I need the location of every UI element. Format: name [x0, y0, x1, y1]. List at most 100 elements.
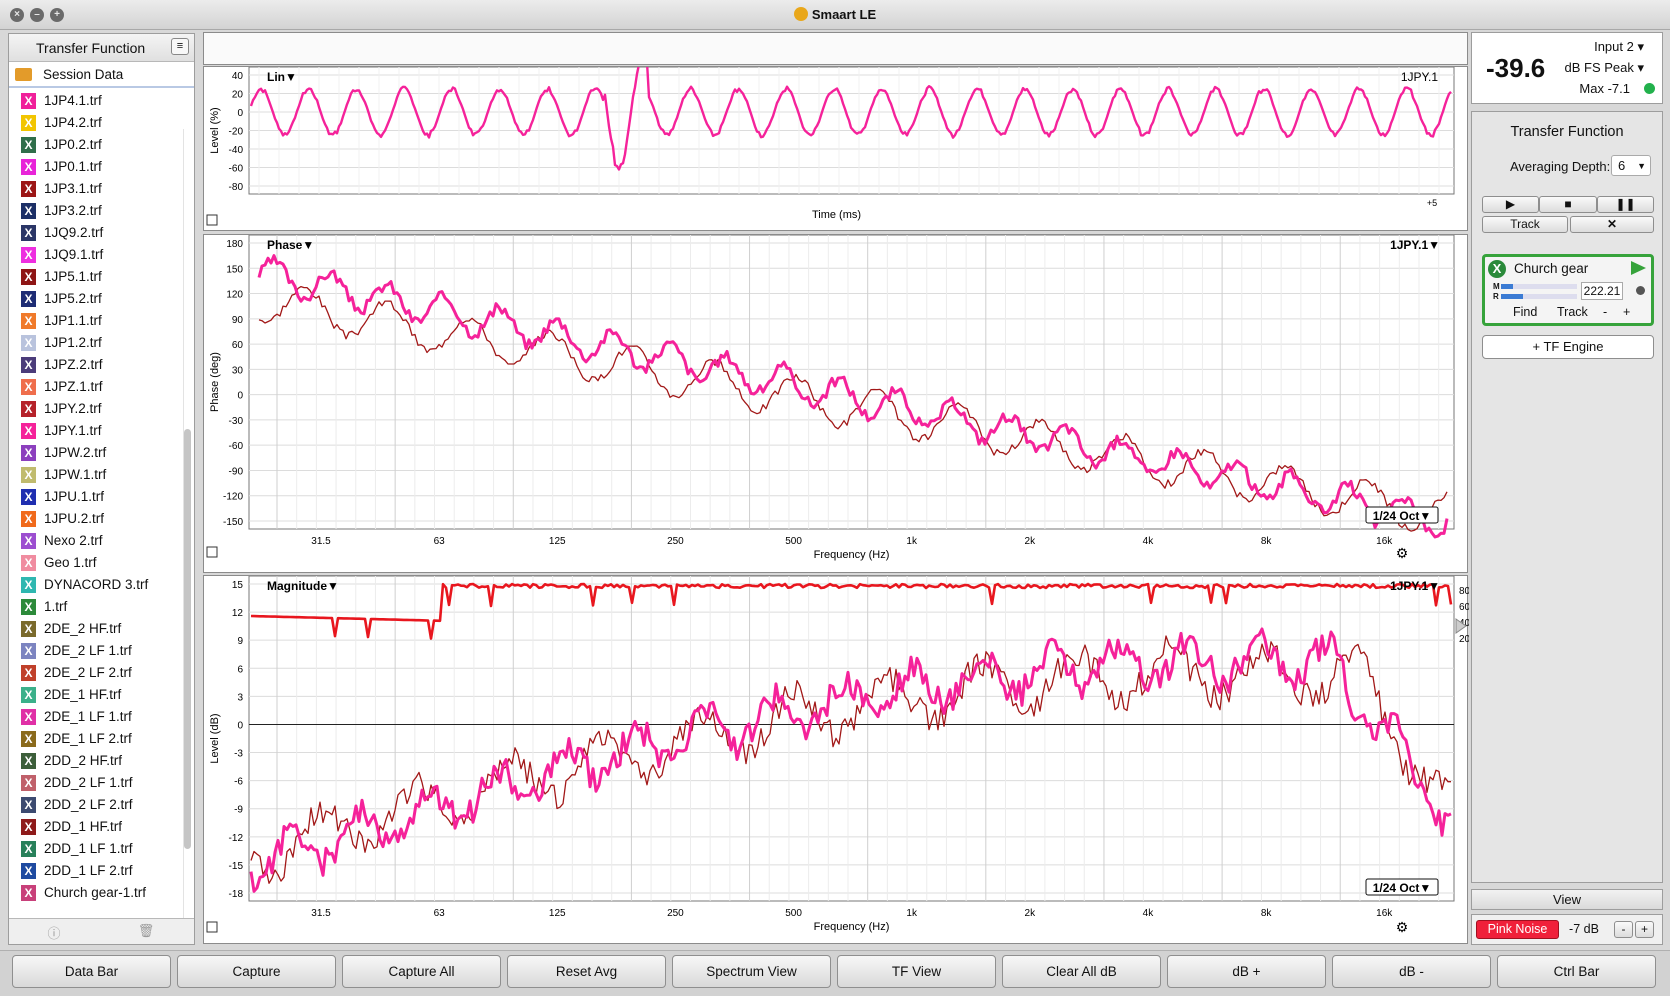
file-item[interactable]: X 1JP3.2.trf	[9, 200, 182, 222]
file-item[interactable]: X 2DE_2 LF 1.trf	[9, 640, 182, 662]
file-item[interactable]: X 2DE_2 HF.trf	[9, 618, 182, 640]
find-button[interactable]: Find	[1513, 305, 1537, 319]
scrollbar-thumb[interactable]	[184, 429, 191, 849]
trace-file-icon[interactable]: X	[21, 93, 36, 109]
clear-all-db-button[interactable]: Clear All dB	[1002, 955, 1161, 988]
file-item[interactable]: X 1JP4.1.trf	[9, 90, 182, 112]
add-tf-engine-button[interactable]: + TF Engine	[1482, 335, 1654, 359]
file-item[interactable]: X 2DD_2 HF.trf	[9, 750, 182, 772]
hamburger-menu-icon[interactable]: ≡	[171, 38, 189, 55]
delay-plus-button[interactable]: +	[1623, 305, 1630, 319]
trace-file-icon[interactable]: X	[21, 885, 36, 901]
trace-file-icon[interactable]: X	[21, 115, 36, 131]
file-item[interactable]: X 2DD_1 HF.trf	[9, 816, 182, 838]
file-item[interactable]: X 1JP0.2.trf	[9, 134, 182, 156]
file-item[interactable]: X Nexo 2.trf	[9, 530, 182, 552]
tools-button[interactable]: ✕	[1570, 216, 1654, 233]
trace-file-icon[interactable]: X	[21, 643, 36, 659]
trace-file-icon[interactable]: X	[21, 467, 36, 483]
trace-file-icon[interactable]: X	[21, 687, 36, 703]
tf-view-button[interactable]: TF View	[837, 955, 996, 988]
trace-file-icon[interactable]: X	[21, 203, 36, 219]
trace-file-icon[interactable]: X	[21, 819, 36, 835]
stop-button[interactable]: ■	[1539, 196, 1597, 213]
spectrum-view-button[interactable]: Spectrum View	[672, 955, 831, 988]
pause-button[interactable]: ❚❚	[1597, 196, 1654, 213]
trace-file-icon[interactable]: X	[21, 709, 36, 725]
trace-file-icon[interactable]: X	[21, 401, 36, 417]
impulse-response-plot[interactable]: 40 20 0 -20 -40 -60 -80 Level (%) Lin▼ 1JPY.1 Time…	[203, 66, 1468, 231]
trace-file-icon[interactable]: X	[21, 775, 36, 791]
trace-file-icon[interactable]: X	[21, 313, 36, 329]
track-delay-button[interactable]: Track	[1557, 305, 1588, 319]
tf-engine-card[interactable]: X Church gear M R 222.21 Find Track - +	[1482, 254, 1654, 326]
trace-file-icon[interactable]: X	[21, 665, 36, 681]
file-item[interactable]: X 2DE_1 HF.trf	[9, 684, 182, 706]
trace-file-icon[interactable]: X	[21, 247, 36, 263]
engine-x-icon[interactable]: X	[1488, 260, 1506, 278]
trash-icon[interactable]: 🗑	[101, 923, 191, 939]
meter-unit-select[interactable]: dB FS Peak ▾	[1564, 60, 1644, 76]
magnitude-plot[interactable]: 15 12 9 6 3 0 -3 -6 -9 -12 -15 -18 Level (dB) 31.5 63 1…	[203, 575, 1469, 944]
file-item[interactable]: X 1JPW.1.trf	[9, 464, 182, 486]
file-item[interactable]: X 1JP3.1.trf	[9, 178, 182, 200]
file-item[interactable]: X 1JPU.1.trf	[9, 486, 182, 508]
file-item[interactable]: X 2DD_1 LF 1.trf	[9, 838, 182, 860]
engine-play-icon[interactable]	[1631, 261, 1646, 275]
trace-file-icon[interactable]: X	[21, 269, 36, 285]
file-item[interactable]: X 2DD_2 LF 2.trf	[9, 794, 182, 816]
file-item[interactable]: X 1.trf	[9, 596, 182, 618]
file-item[interactable]: X 2DD_1 LF 2.trf	[9, 860, 182, 882]
file-item[interactable]: X 1JPY.1.trf	[9, 420, 182, 442]
trace-file-icon[interactable]: X	[21, 137, 36, 153]
delay-field[interactable]: 222.21	[1581, 282, 1623, 300]
trace-file-icon[interactable]: X	[21, 291, 36, 307]
file-item[interactable]: X 1JQ9.1.trf	[9, 244, 182, 266]
trace-file-icon[interactable]: X	[21, 511, 36, 527]
capture-button[interactable]: Capture	[177, 955, 336, 988]
file-item[interactable]: X 1JP5.2.trf	[9, 288, 182, 310]
info-icon[interactable]: ⓘ	[9, 923, 99, 942]
file-item[interactable]: X 1JQ9.2.trf	[9, 222, 182, 244]
db-minus-button[interactable]: dB -	[1332, 955, 1491, 988]
averaging-depth-select[interactable]: 6 ▼	[1611, 155, 1651, 176]
delay-lock-icon[interactable]	[1636, 286, 1645, 295]
file-item[interactable]: X 1JPZ.2.trf	[9, 354, 182, 376]
track-button[interactable]: Track	[1482, 216, 1568, 233]
trace-file-icon[interactable]: X	[21, 841, 36, 857]
trace-file-icon[interactable]: X	[21, 599, 36, 615]
trace-file-icon[interactable]: X	[21, 863, 36, 879]
trace-file-icon[interactable]: X	[21, 753, 36, 769]
reset-avg-button[interactable]: Reset Avg	[507, 955, 666, 988]
capture-all-button[interactable]: Capture All	[342, 955, 501, 988]
file-item[interactable]: X 2DE_1 LF 2.trf	[9, 728, 182, 750]
file-item[interactable]: X 1JPY.2.trf	[9, 398, 182, 420]
data-bar-button[interactable]: Data Bar	[12, 955, 171, 988]
trace-file-icon[interactable]: X	[21, 159, 36, 175]
trace-file-icon[interactable]: X	[21, 181, 36, 197]
trace-file-icon[interactable]: X	[21, 621, 36, 637]
file-item[interactable]: X 1JP5.1.trf	[9, 266, 182, 288]
file-item[interactable]: X 1JP1.2.trf	[9, 332, 182, 354]
noise-plus-button[interactable]: +	[1635, 921, 1654, 938]
file-item[interactable]: X 1JP4.2.trf	[9, 112, 182, 134]
db-plus-button[interactable]: dB +	[1167, 955, 1326, 988]
trace-file-icon[interactable]: X	[21, 797, 36, 813]
file-item[interactable]: X 1JPZ.1.trf	[9, 376, 182, 398]
file-item[interactable]: X 2DE_1 LF 1.trf	[9, 706, 182, 728]
file-item[interactable]: X 1JP1.1.trf	[9, 310, 182, 332]
file-list[interactable]: X 1JP4.1.trf X 1JP4.2.trf X 1JP0.2.trf X 1JP0.1…	[9, 90, 182, 914]
trace-file-icon[interactable]: X	[21, 555, 36, 571]
file-item[interactable]: X Church gear-1.trf	[9, 882, 182, 904]
trace-file-icon[interactable]: X	[21, 379, 36, 395]
file-item[interactable]: X 1JP0.1.trf	[9, 156, 182, 178]
ctrl-bar-button[interactable]: Ctrl Bar	[1497, 955, 1656, 988]
trace-file-icon[interactable]: X	[21, 445, 36, 461]
session-data-folder[interactable]: Session Data	[9, 62, 194, 88]
file-item[interactable]: X 1JPU.2.trf	[9, 508, 182, 530]
file-item[interactable]: X DYNACORD 3.trf	[9, 574, 182, 596]
file-item[interactable]: X 2DE_2 LF 2.trf	[9, 662, 182, 684]
file-item[interactable]: X 1JPW.2.trf	[9, 442, 182, 464]
trace-file-icon[interactable]: X	[21, 423, 36, 439]
trace-file-icon[interactable]: X	[21, 533, 36, 549]
